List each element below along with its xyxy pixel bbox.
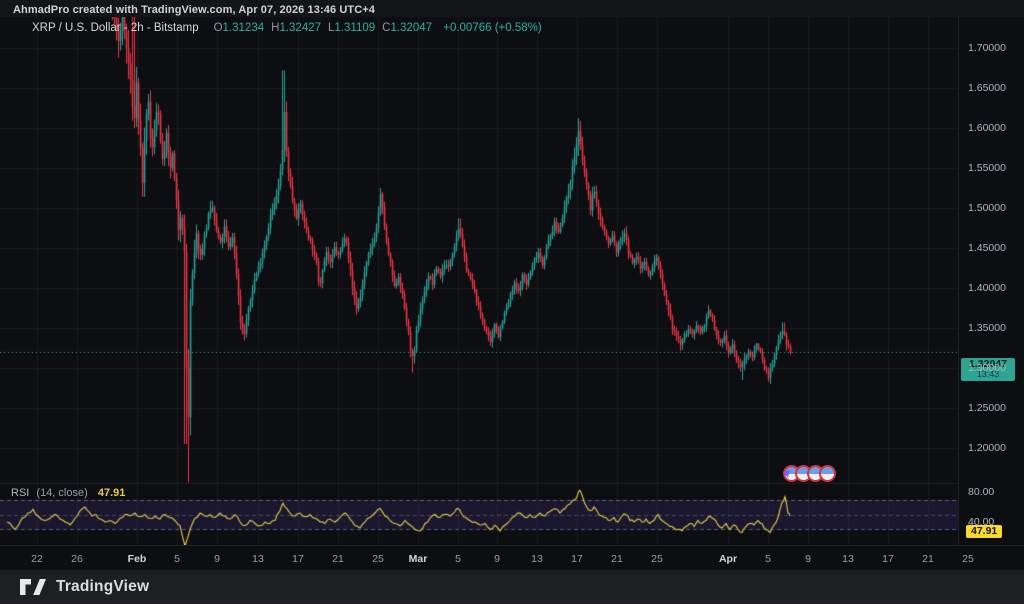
time-tick-label: 25 bbox=[372, 553, 384, 565]
time-tick-label: 5 bbox=[174, 553, 180, 565]
time-tick-label: 26 bbox=[71, 553, 83, 565]
time-tick-label: 9 bbox=[805, 553, 811, 565]
time-tick-label: 25 bbox=[962, 553, 974, 565]
price-tick-label: 1.55000 bbox=[968, 162, 1006, 174]
ohlc-field-value: 1.32047 bbox=[390, 22, 433, 34]
time-tick-label: 5 bbox=[765, 553, 771, 565]
price-tick-label: 1.70000 bbox=[968, 42, 1006, 54]
price-tick-label: 1.45000 bbox=[968, 242, 1006, 254]
price-tick-label: 1.25000 bbox=[968, 402, 1006, 414]
rsi-value: 47.91 bbox=[97, 487, 126, 499]
price-tick-label: 1.50000 bbox=[968, 202, 1006, 214]
tradingview-chart-screenshot: AhmadPro created with TradingView.com, A… bbox=[0, 0, 1024, 604]
price-tick-label: 1.40000 bbox=[968, 282, 1006, 294]
time-tick-label: 17 bbox=[571, 553, 583, 565]
tradingview-brand-name[interactable]: TradingView bbox=[56, 578, 149, 596]
price-tick-label: 1.65000 bbox=[968, 82, 1006, 94]
ohlc-field-value: 1.32427 bbox=[279, 22, 322, 34]
time-tick-label: 21 bbox=[332, 553, 344, 565]
rsi-params: (14, close) bbox=[36, 487, 88, 499]
ohlc-field-label: O bbox=[213, 22, 223, 34]
rsi-title[interactable]: RSI bbox=[11, 487, 29, 499]
time-tick-label: Mar bbox=[408, 553, 428, 565]
time-tick-label: 9 bbox=[494, 553, 500, 565]
ohlc-field-value: 1.31109 bbox=[334, 22, 376, 34]
price-axis[interactable]: 40.00 80.00 1.32047 13:43 47.91 1.70000 1.… bbox=[958, 17, 1024, 545]
price-tick-label: 1.20000 bbox=[968, 442, 1006, 454]
watermark-bar: AhmadPro created with TradingView.com, A… bbox=[0, 0, 1024, 17]
time-tick-label: Apr bbox=[718, 553, 738, 565]
time-tick-label: 22 bbox=[31, 553, 43, 565]
emoji-reaction-cluster[interactable] bbox=[781, 464, 836, 482]
symbol-title[interactable]: XRP / U.S. Dollar - 2h - Bitstamp bbox=[32, 22, 199, 34]
time-tick-label: 13 bbox=[842, 553, 854, 565]
price-tick-label: 1.60000 bbox=[968, 122, 1006, 134]
time-tick-label: 13 bbox=[531, 553, 543, 565]
rsi-tick-label: 80.00 bbox=[968, 486, 995, 499]
brand-bar: TradingView bbox=[0, 570, 1024, 604]
rsi-legend[interactable]: RSI (14, close) 47.91 bbox=[11, 487, 125, 499]
emoji-badge-icon[interactable] bbox=[819, 464, 836, 482]
change-readout: +0.00766 (+0.58%) bbox=[443, 22, 542, 34]
time-tick-label: 17 bbox=[292, 553, 304, 565]
time-tick-label: 21 bbox=[611, 553, 623, 565]
time-tick-label: 21 bbox=[922, 553, 934, 565]
time-tick-label: 9 bbox=[214, 553, 220, 565]
price-tick-label: 1.30000 bbox=[968, 362, 1006, 374]
time-tick-label: 17 bbox=[882, 553, 894, 565]
time-axis[interactable]: 22 26 Feb 5 9 13 17 21 25 Mar 5 9 13 17 21 25 Apr 5 9 13 17 2… bbox=[0, 545, 1024, 571]
ohlc-field-value: 1.31234 bbox=[222, 22, 265, 34]
time-tick-label: 25 bbox=[651, 553, 663, 565]
time-tick-label: Feb bbox=[127, 553, 147, 565]
ohlc-readout: O1.31234 H1.32427 L1.31109 C1.32047 bbox=[207, 22, 432, 34]
rsi-value-label: 47.91 bbox=[966, 525, 1003, 538]
price-tick-label: 1.35000 bbox=[968, 322, 1006, 334]
time-tick-label: 5 bbox=[455, 553, 461, 565]
time-tick-label: 13 bbox=[252, 553, 264, 565]
tradingview-logo-icon[interactable] bbox=[20, 579, 47, 595]
symbol-legend[interactable]: XRP / U.S. Dollar - 2h - Bitstamp O1.3123… bbox=[32, 22, 542, 34]
